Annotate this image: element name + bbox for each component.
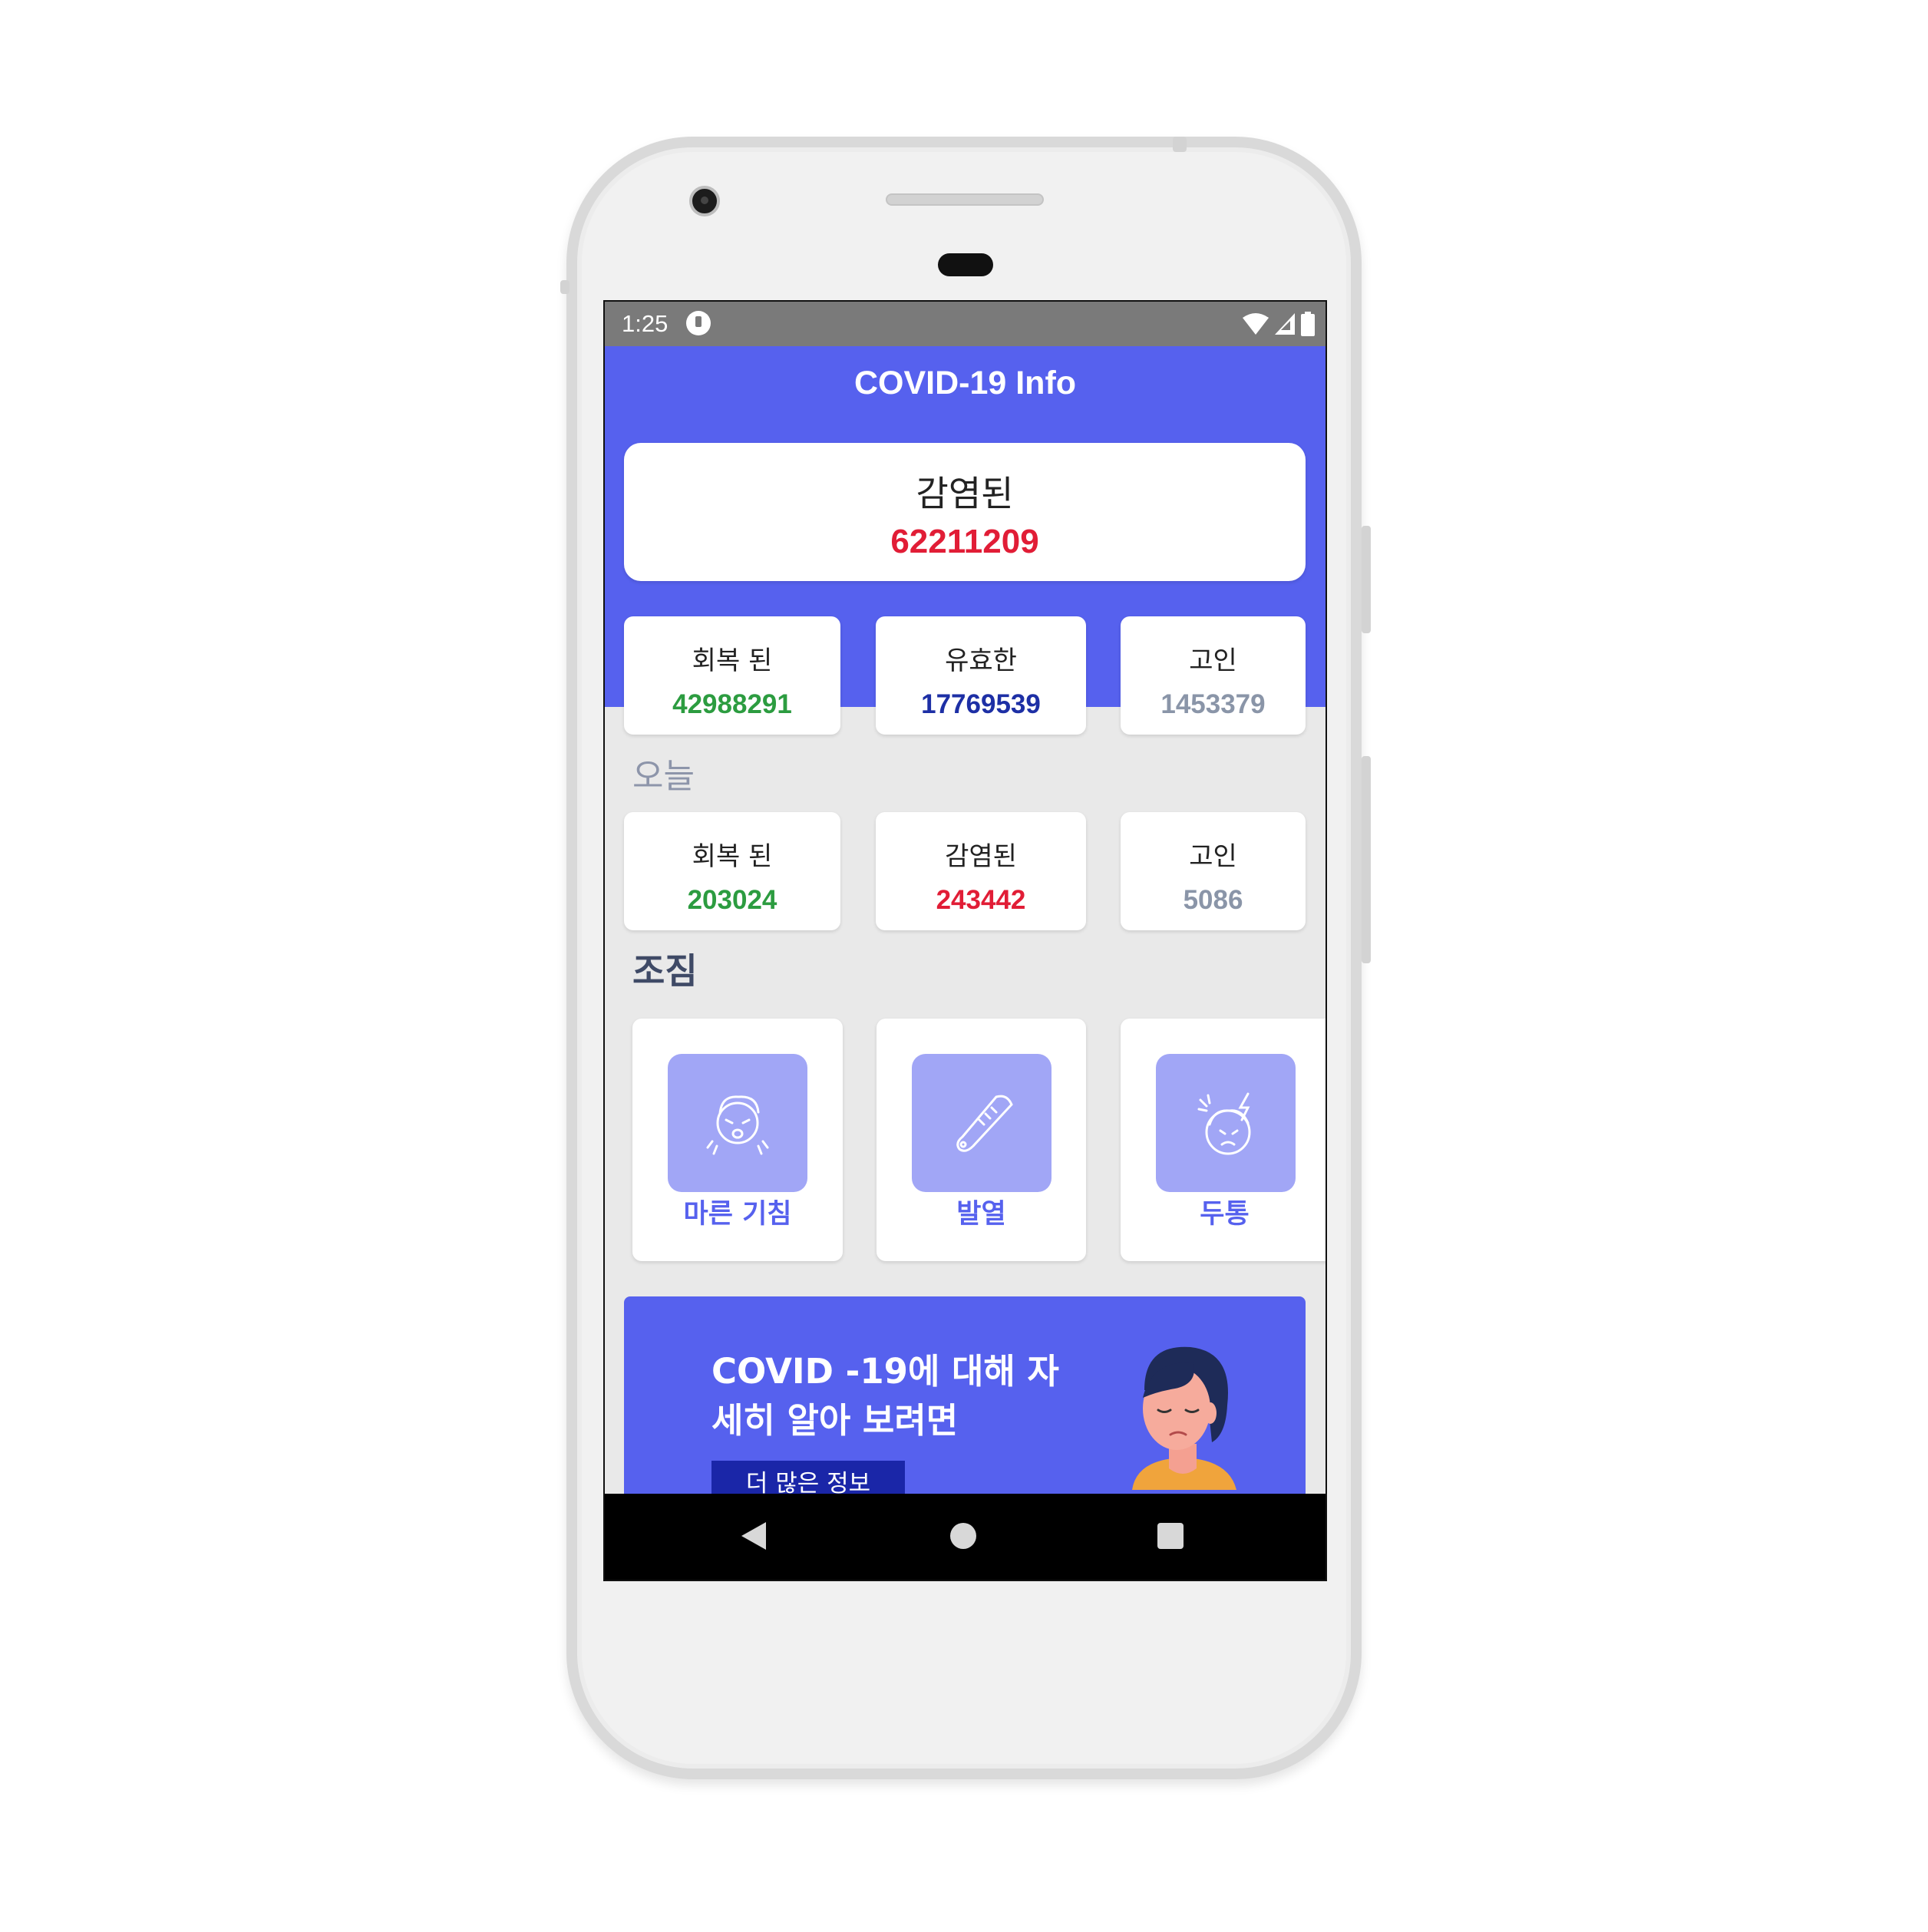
today-infected-card: 감염된 243442 xyxy=(876,812,1086,930)
front-camera xyxy=(689,186,720,216)
status-icons xyxy=(1243,311,1315,337)
app-title: COVID-19 Info xyxy=(853,365,1077,401)
phone-screen: 1:25 COVID-19 Info 감염된 62211209 회복 된 429… xyxy=(603,300,1327,1581)
total-infected-label: 감염된 xyxy=(916,473,1014,514)
symptom-label-headache: 두통 xyxy=(1200,1199,1250,1230)
status-time: 1:25 xyxy=(622,310,669,337)
recent-apps-icon[interactable] xyxy=(1157,1523,1184,1549)
back-icon[interactable] xyxy=(741,1522,766,1550)
deceased-value: 1453379 xyxy=(1160,689,1266,719)
woman-illustration xyxy=(1132,1346,1236,1490)
today-infected-label: 감염된 xyxy=(945,841,1017,872)
info-banner: COVID -19에 대해 자세히 알아 보려면 더 많은 정보 xyxy=(624,1296,1306,1527)
recovered-value: 42988291 xyxy=(672,689,792,719)
today-recovered-label: 회복 된 xyxy=(692,841,773,872)
deceased-card: 고인 1453379 xyxy=(1121,616,1306,735)
volume-button xyxy=(1362,526,1371,633)
signal-icon xyxy=(1275,313,1295,335)
today-recovered-card: 회복 된 203024 xyxy=(624,812,840,930)
active-label: 유효한 xyxy=(945,646,1017,676)
total-infected-card: 감염된 62211209 xyxy=(624,443,1306,581)
thermometer-icon xyxy=(912,1054,1051,1192)
cough-icon xyxy=(668,1054,807,1192)
symptoms-heading: 조짐 xyxy=(632,950,698,992)
earpiece-speaker xyxy=(886,193,1044,206)
wifi-icon xyxy=(1243,313,1269,335)
top-button xyxy=(1173,137,1187,152)
notification-app-icon xyxy=(686,311,711,335)
recovered-card: 회복 된 42988291 xyxy=(624,616,840,735)
total-infected-value: 62211209 xyxy=(890,523,1039,560)
active-value: 17769539 xyxy=(921,689,1041,719)
today-deceased-value: 5086 xyxy=(1183,885,1243,915)
system-navigation-bar xyxy=(605,1494,1326,1580)
deceased-label: 고인 xyxy=(1189,646,1237,676)
symptom-label-fever: 발열 xyxy=(956,1199,1006,1230)
today-deceased-label: 고인 xyxy=(1189,841,1237,872)
power-button xyxy=(1362,756,1371,963)
headache-icon xyxy=(1156,1054,1296,1192)
today-infected-value: 243442 xyxy=(936,885,1026,915)
proximity-sensor xyxy=(938,253,993,276)
symptom-card-fever[interactable]: 발열 xyxy=(877,1019,1086,1261)
active-card: 유효한 17769539 xyxy=(876,616,1086,735)
battery-icon xyxy=(1301,312,1315,336)
today-recovered-value: 203024 xyxy=(687,885,777,915)
recovered-label: 회복 된 xyxy=(692,646,773,676)
symptom-card-headache[interactable]: 두통 xyxy=(1121,1019,1326,1261)
symptom-label-dry-cough: 마른 기침 xyxy=(683,1199,792,1230)
status-bar: 1:25 xyxy=(605,302,1326,346)
left-button xyxy=(560,280,569,294)
banner-text: COVID -19에 대해 자세히 알아 보려면 xyxy=(711,1351,1059,1441)
home-icon[interactable] xyxy=(950,1523,976,1549)
today-heading: 오늘 xyxy=(632,757,695,796)
today-deceased-card: 고인 5086 xyxy=(1121,812,1306,930)
symptom-card-dry-cough[interactable]: 마른 기침 xyxy=(632,1019,843,1261)
